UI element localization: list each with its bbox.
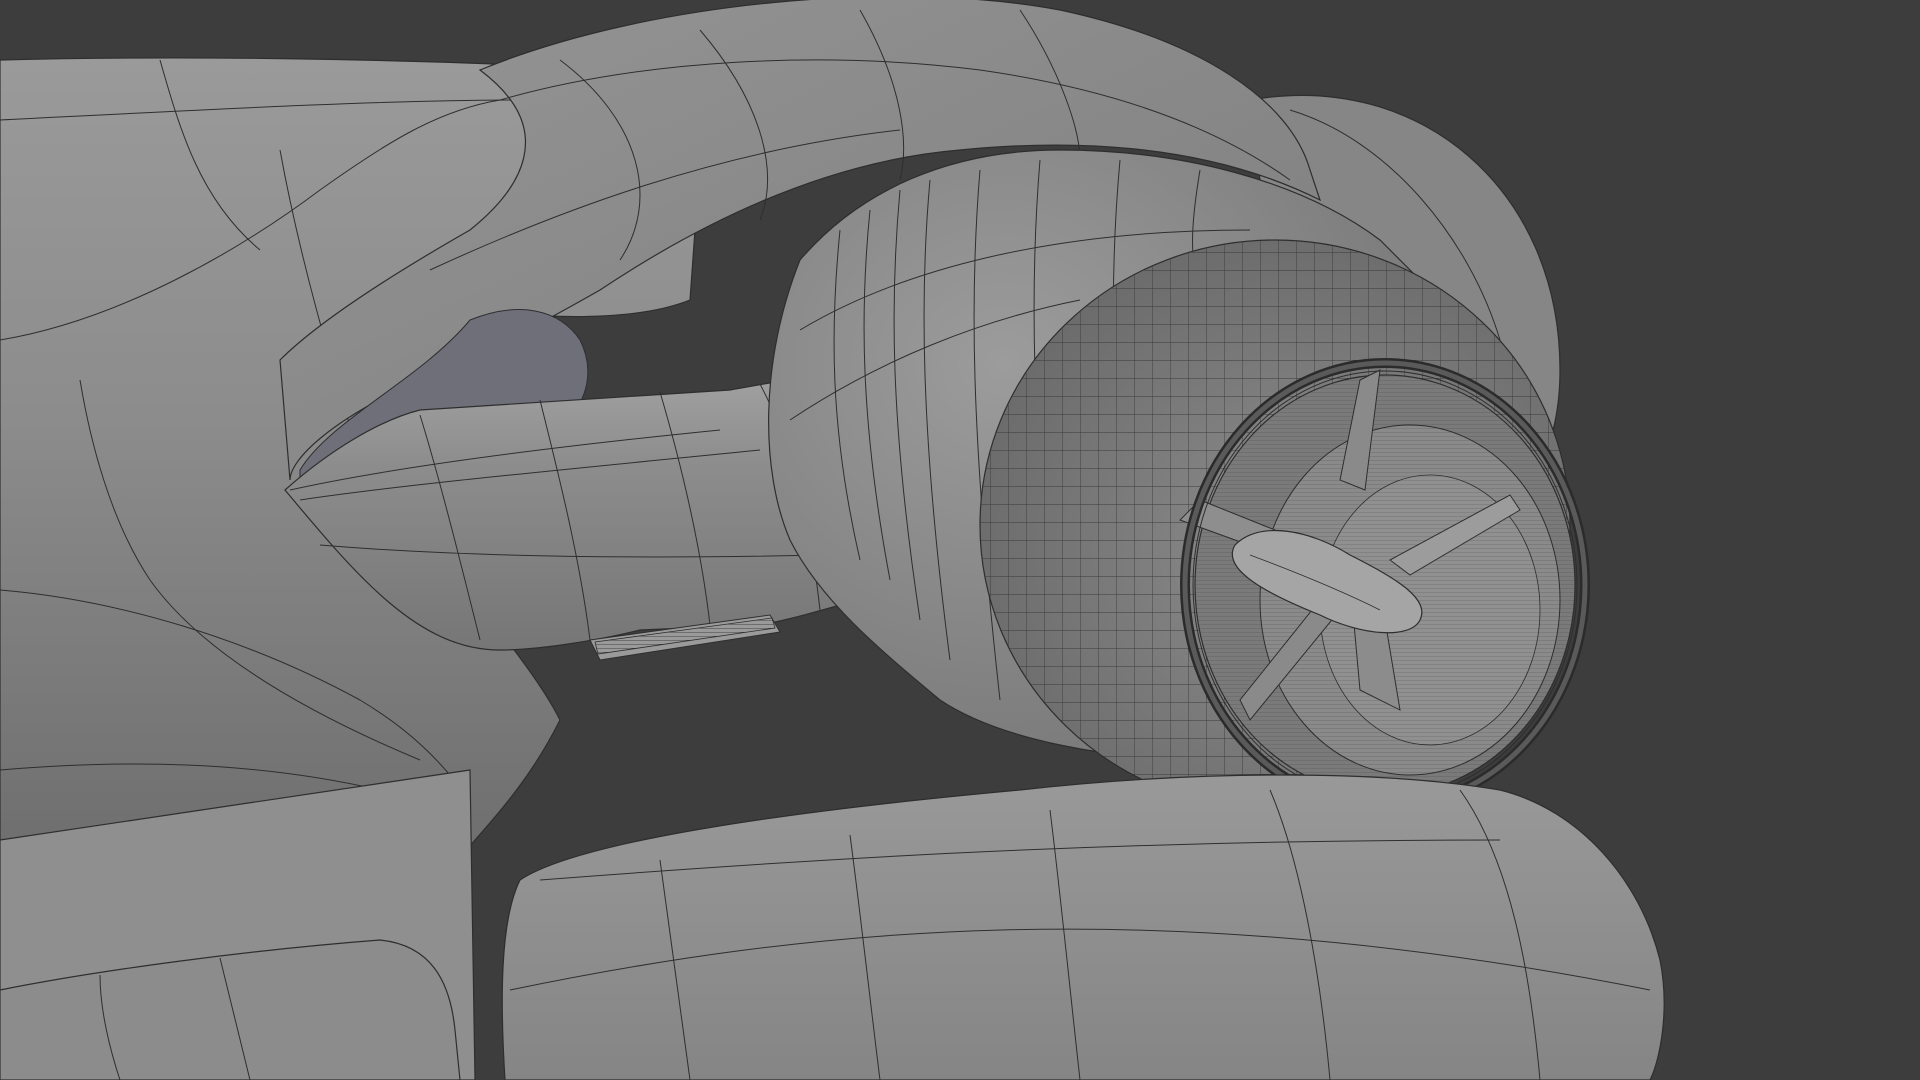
viewport-scene[interactable] bbox=[0, 0, 1920, 1080]
3d-viewport[interactable] bbox=[0, 0, 1920, 1080]
